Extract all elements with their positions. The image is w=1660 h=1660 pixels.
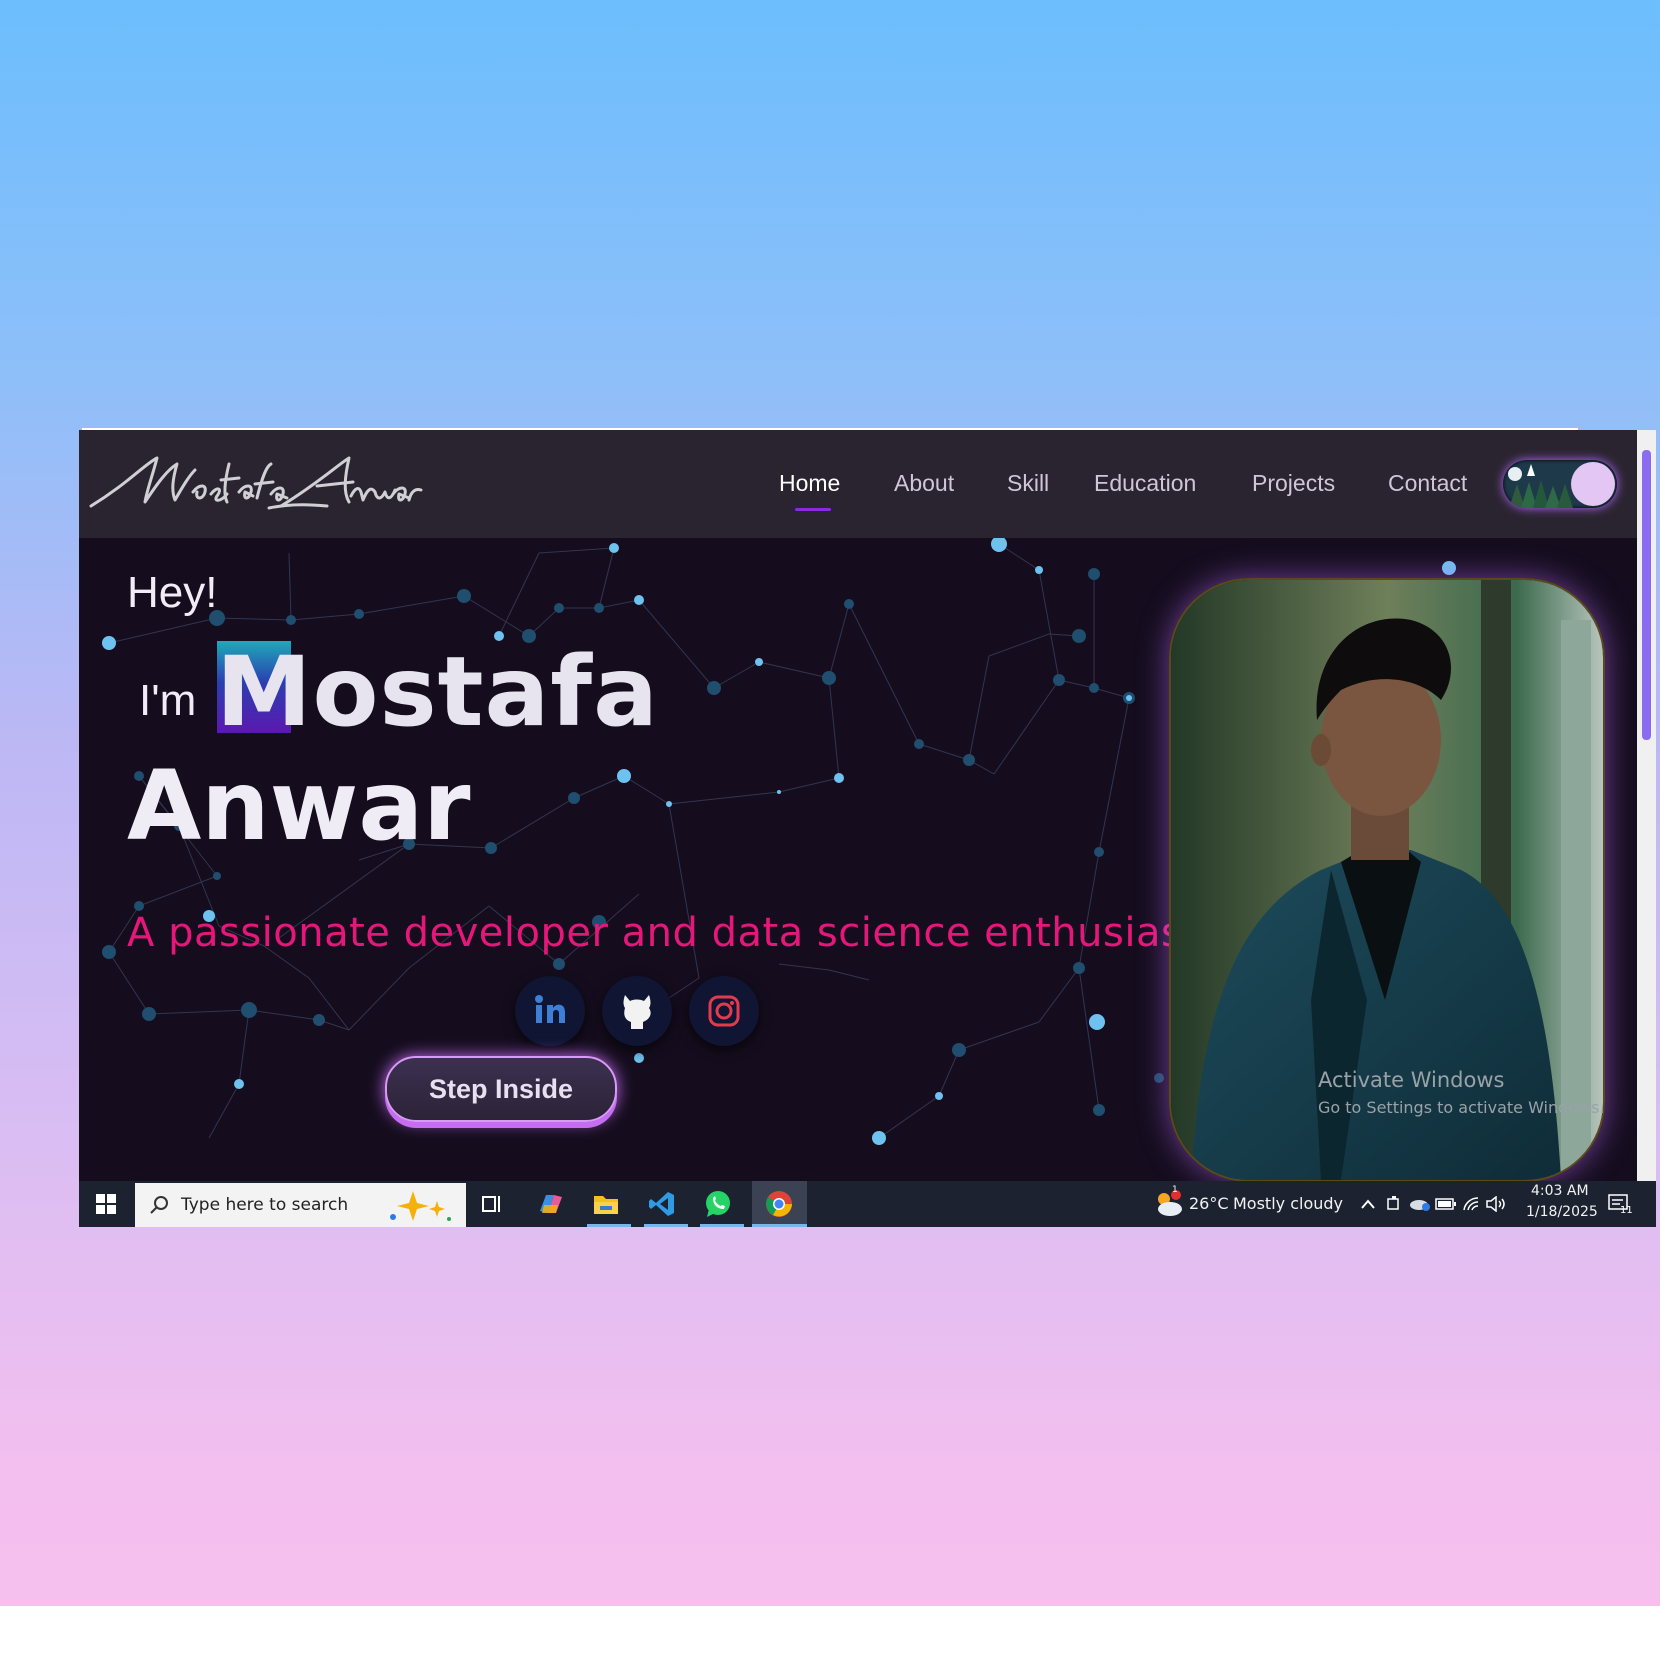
activate-windows-subtitle: Go to Settings to activate Windows. xyxy=(1318,1098,1605,1117)
nav-about[interactable]: About xyxy=(894,470,954,497)
whatsapp-icon[interactable] xyxy=(701,1187,735,1221)
explorer-running-indicator xyxy=(587,1224,631,1227)
whatsapp-running-indicator xyxy=(700,1224,744,1227)
nav-education[interactable]: Education xyxy=(1094,470,1196,497)
theme-toggle[interactable] xyxy=(1503,460,1617,508)
step-inside-button[interactable]: Step Inside xyxy=(385,1056,617,1122)
hero-tagline: A passionate developer and data science … xyxy=(127,910,1199,956)
nav-contact[interactable]: Contact xyxy=(1388,470,1467,497)
hero-intro: I'm xyxy=(139,676,197,725)
weather-icon[interactable]: 1 xyxy=(1151,1185,1185,1221)
linkedin-icon xyxy=(535,995,565,1023)
sparkle-icon xyxy=(390,1191,451,1221)
nav-skill[interactable]: Skill xyxy=(1007,470,1049,497)
copilot-icon[interactable] xyxy=(533,1187,567,1221)
hero-greeting: Hey! xyxy=(127,568,218,617)
scrollbar-thumb[interactable] xyxy=(1642,450,1651,740)
vscode-running-indicator xyxy=(644,1224,688,1227)
search-placeholder: Type here to search xyxy=(181,1195,349,1215)
nav-projects[interactable]: Projects xyxy=(1252,470,1335,497)
file-explorer-icon[interactable] xyxy=(589,1187,623,1221)
weather-temp[interactable]: 26°C xyxy=(1189,1194,1229,1213)
screenshot-window: Home About Skill Education Projects Cont… xyxy=(79,430,1656,1227)
github-button[interactable] xyxy=(602,976,672,1046)
hero-section: Hey! I'm Mostafa Anwar A passionate deve… xyxy=(79,538,1637,1182)
nav-home[interactable]: Home xyxy=(779,470,840,497)
hero-last-name: Anwar xyxy=(127,750,471,862)
clock-time[interactable]: 4:03 AM xyxy=(1531,1183,1589,1199)
site-header: Home About Skill Education Projects Cont… xyxy=(79,430,1637,538)
taskbar-search[interactable]: Type here to search xyxy=(135,1183,466,1227)
instagram-icon xyxy=(708,995,740,1027)
hero-first-name: Mostafa xyxy=(216,636,659,748)
chrome-running-indicator xyxy=(752,1224,807,1227)
volume-icon[interactable] xyxy=(1479,1187,1513,1221)
search-icon xyxy=(150,1196,168,1214)
activate-windows-title: Activate Windows xyxy=(1318,1068,1505,1092)
weather-badge: 1 xyxy=(1172,1185,1178,1195)
page-scrollbar[interactable] xyxy=(1637,430,1656,1181)
windows-start-icon[interactable] xyxy=(89,1187,123,1221)
clock-date[interactable]: 1/18/2025 xyxy=(1526,1204,1598,1220)
vscode-icon[interactable] xyxy=(645,1187,679,1221)
weather-condition[interactable]: Mostly cloudy xyxy=(1233,1194,1343,1213)
signature-logo[interactable] xyxy=(87,444,427,526)
chrome-icon[interactable] xyxy=(762,1187,796,1221)
task-view-icon[interactable] xyxy=(475,1187,509,1221)
linkedin-button[interactable] xyxy=(515,976,585,1046)
notification-count: 11 xyxy=(1620,1205,1633,1216)
windows-taskbar: Type here to search 1 26°C Mostly cloudy… xyxy=(79,1181,1656,1227)
notification-icon[interactable]: 11 xyxy=(1603,1187,1637,1221)
theme-toggle-knob xyxy=(1571,462,1615,506)
github-icon xyxy=(623,995,651,1029)
page-bottom-strip xyxy=(0,1606,1660,1660)
instagram-button[interactable] xyxy=(689,976,759,1046)
nav-active-indicator xyxy=(795,508,831,511)
